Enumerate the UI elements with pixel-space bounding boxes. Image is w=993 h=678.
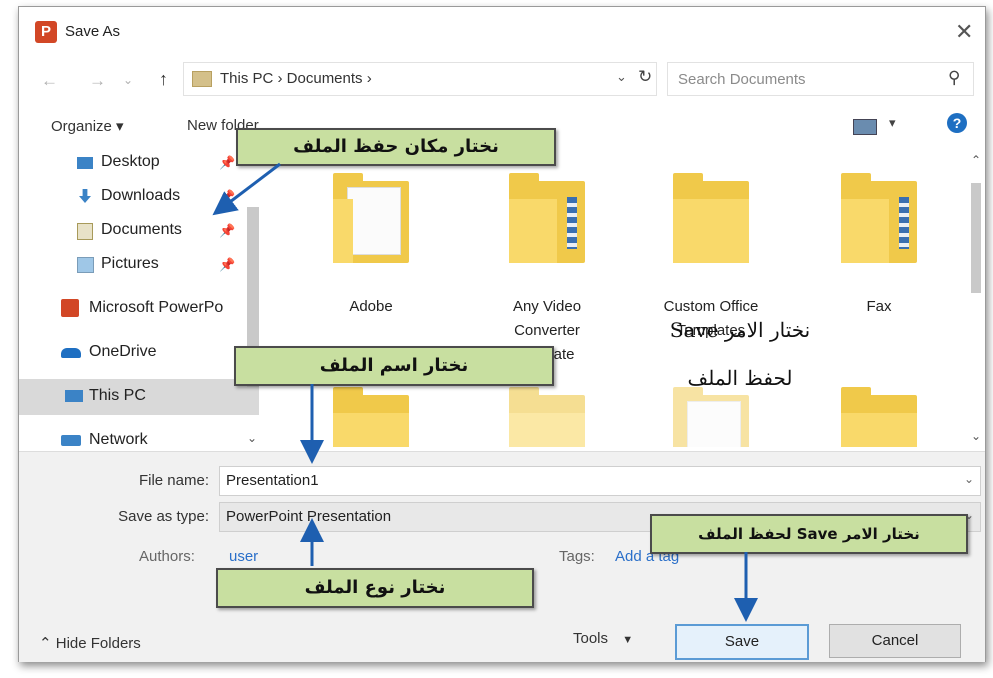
folder-icon[interactable] xyxy=(509,387,585,447)
address-dropdown-icon[interactable]: ⌄ xyxy=(616,69,627,85)
folder-label[interactable]: Fax xyxy=(809,295,949,319)
chevron-down-icon[interactable]: ⌄ xyxy=(964,472,974,486)
sidebar-item-this-pc[interactable]: This PC xyxy=(65,387,146,405)
annotation-save-box: نختار الامر Save لحفظ الملف xyxy=(650,514,968,554)
annotation-save-note-line2: لحفظ الملف xyxy=(687,366,793,390)
folder-adobe-icon[interactable] xyxy=(333,173,409,263)
pin-icon[interactable]: 📌 xyxy=(219,223,235,239)
search-placeholder: Search Documents xyxy=(678,71,806,88)
forward-arrow-icon[interactable]: → xyxy=(89,71,106,91)
sidebar-item-downloads[interactable]: Downloads xyxy=(77,187,180,205)
close-icon[interactable]: ✕ xyxy=(955,19,973,45)
pictures-icon xyxy=(77,257,94,273)
folder-icon[interactable] xyxy=(673,387,749,447)
tags-label: Tags: xyxy=(559,548,595,565)
sidebar-item-desktop[interactable]: Desktop xyxy=(77,153,160,171)
tools-dropdown-icon: ▼ xyxy=(622,634,634,646)
up-folder-arrow-icon[interactable]: ↑ xyxy=(159,69,168,90)
folder-any-video-converter-icon[interactable] xyxy=(509,173,585,263)
chevron-up-icon: ⌃ xyxy=(39,635,52,652)
search-input[interactable]: Search Documents ⚲ xyxy=(667,62,974,96)
sidebar-item-pictures[interactable]: Pictures xyxy=(77,255,159,273)
powerpoint-icon xyxy=(61,299,79,317)
network-icon xyxy=(61,435,81,446)
navigation-pane: Desktop 📌 Downloads 📌 Documents 📌 Pictur… xyxy=(19,137,261,447)
folder-label[interactable]: Adobe xyxy=(301,295,441,319)
sidebar-item-onedrive[interactable]: OneDrive xyxy=(61,343,157,361)
this-pc-icon xyxy=(65,390,83,402)
file-name-label: File name: xyxy=(138,472,209,489)
annotation-choose-name: نختار اسم الملف xyxy=(234,346,554,386)
desktop-icon xyxy=(77,157,93,169)
back-arrow-icon[interactable]: ← xyxy=(41,71,58,91)
annotation-choose-type: نختار نوع الملف xyxy=(216,568,534,608)
folder-icon[interactable] xyxy=(333,387,409,447)
scroll-up-icon[interactable]: ⌃ xyxy=(971,153,981,167)
organize-button[interactable]: Organize ▾ xyxy=(51,117,124,135)
cancel-button[interactable]: Cancel xyxy=(829,624,961,658)
pin-icon[interactable]: 📌 xyxy=(219,257,235,273)
authors-value[interactable]: user xyxy=(229,548,258,565)
scroll-down-icon[interactable]: ⌄ xyxy=(971,429,981,443)
search-icon[interactable]: ⚲ xyxy=(948,68,960,88)
address-path[interactable]: This PC › Documents › xyxy=(220,70,372,87)
folder-custom-office-templates-icon[interactable] xyxy=(673,173,749,263)
save-button[interactable]: Save xyxy=(675,624,809,660)
folder-icon[interactable] xyxy=(841,387,917,447)
help-icon[interactable]: ? xyxy=(947,113,967,133)
pin-icon[interactable]: 📌 xyxy=(219,189,235,205)
view-options-icon[interactable] xyxy=(853,119,877,135)
content-scrollbar-thumb[interactable] xyxy=(971,183,981,293)
recent-locations-chevron-icon[interactable]: ⌄ xyxy=(123,73,133,87)
location-folder-icon xyxy=(192,71,212,87)
sidebar-item-powerpoint[interactable]: Microsoft PowerPo xyxy=(61,299,223,317)
documents-icon xyxy=(77,223,93,240)
refresh-icon[interactable]: ↻ xyxy=(638,67,652,87)
hide-folders-button[interactable]: ⌃ Hide Folders xyxy=(39,634,141,652)
sidebar-item-documents[interactable]: Documents xyxy=(77,221,182,240)
annotation-save-note-line1: نختار الامر Save xyxy=(669,318,811,342)
dialog-title: Save As xyxy=(65,23,121,40)
save-as-type-label: Save as type: xyxy=(118,508,209,525)
file-list: Adobe Any Video Converter Ultimate Custo… xyxy=(263,137,969,447)
scroll-down-icon[interactable]: ⌄ xyxy=(247,431,257,445)
sidebar-item-network[interactable]: Network xyxy=(61,431,148,447)
view-dropdown-icon[interactable]: ▾ xyxy=(889,115,896,131)
save-options-panel: File name: Presentation1 ⌄ Save as type:… xyxy=(19,451,985,662)
annotation-choose-location: نختار مكان حفظ الملف xyxy=(236,128,556,166)
pin-icon[interactable]: 📌 xyxy=(219,155,235,171)
authors-label: Authors: xyxy=(139,548,195,565)
tools-button[interactable]: Tools ▼ xyxy=(573,630,633,647)
file-name-field[interactable]: Presentation1 ⌄ xyxy=(219,466,981,496)
powerpoint-app-icon: P xyxy=(35,21,57,43)
address-bar[interactable]: This PC › Documents › ⌄ ↻ xyxy=(183,62,657,96)
folder-fax-icon[interactable] xyxy=(841,173,917,263)
onedrive-icon xyxy=(61,348,81,358)
